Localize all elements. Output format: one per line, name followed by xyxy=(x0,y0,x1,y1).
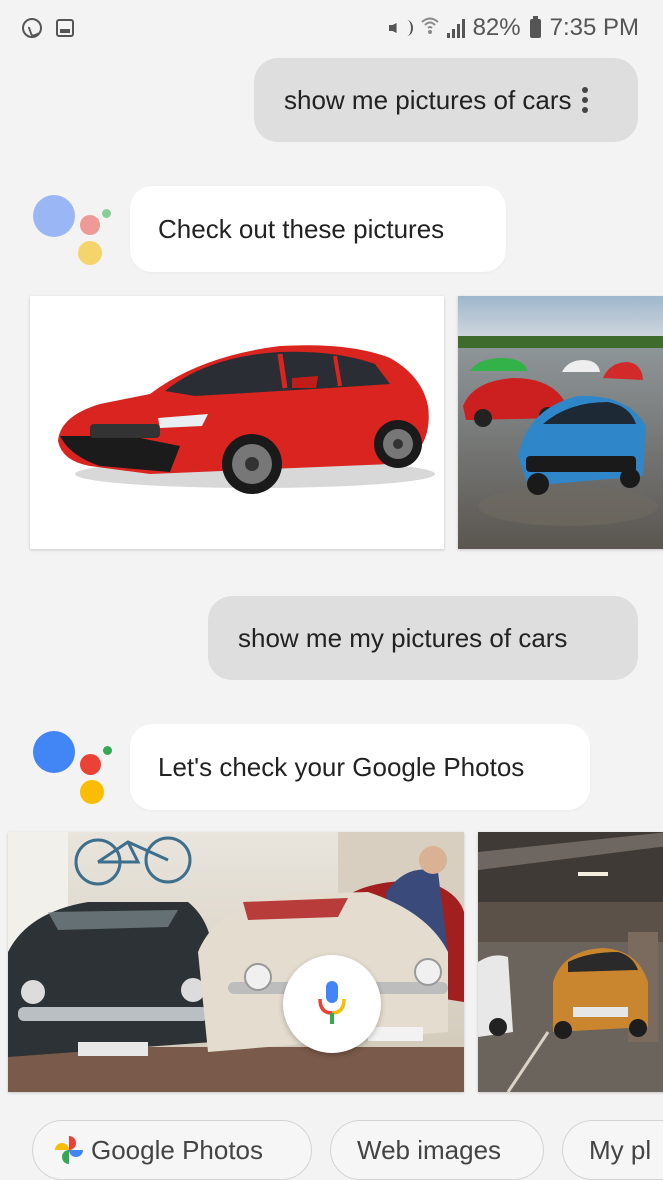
assistant-message: Let's check your Google Photos xyxy=(130,724,590,810)
chip-label: Web images xyxy=(357,1134,502,1165)
user-message[interactable]: show me pictures of cars xyxy=(254,58,638,142)
assistant-message-text: Let's check your Google Photos xyxy=(158,751,525,782)
parking-garage-photo xyxy=(478,832,663,1092)
photo-result-card[interactable] xyxy=(8,832,464,1092)
assistant-logo-icon xyxy=(28,724,112,804)
garage-classic-cars-photo xyxy=(8,832,464,1092)
photo-result-card[interactable] xyxy=(478,832,663,1092)
battery-icon xyxy=(529,15,541,38)
suggestion-chip-web-images[interactable]: Web images xyxy=(330,1120,544,1180)
user-message[interactable]: show me my pictures of cars xyxy=(208,596,638,680)
assistant-message-text: Check out these pictures xyxy=(158,213,445,244)
microphone-icon xyxy=(318,981,346,1024)
chip-label: My pl xyxy=(589,1134,652,1165)
whatsapp-icon xyxy=(22,18,42,38)
image-result-card[interactable] xyxy=(458,296,663,549)
user-message-text: show me my pictures of cars xyxy=(238,622,568,653)
gallery-icon xyxy=(56,19,74,37)
status-bar: 82% 7:35 PM xyxy=(0,0,663,60)
more-options-icon[interactable] xyxy=(581,87,588,113)
battery-percent: 82% xyxy=(472,14,521,41)
cars-track-image xyxy=(458,296,663,549)
suggestion-chip-my-photos[interactable]: My pl xyxy=(562,1120,663,1180)
google-photos-icon xyxy=(55,1136,83,1164)
mute-icon xyxy=(387,17,413,39)
chip-label: Google Photos xyxy=(91,1134,264,1165)
voice-input-button[interactable] xyxy=(283,955,381,1053)
assistant-message: Check out these pictures xyxy=(130,186,506,272)
assistant-logo-icon xyxy=(28,188,111,268)
signal-icon xyxy=(446,18,465,38)
image-result-card[interactable] xyxy=(30,296,444,549)
red-car-image xyxy=(30,296,444,549)
user-message-text: show me pictures of cars xyxy=(284,84,572,115)
suggestion-chip-google-photos[interactable]: Google Photos xyxy=(32,1120,312,1180)
wifi-icon xyxy=(420,14,439,42)
clock: 7:35 PM xyxy=(549,14,639,41)
